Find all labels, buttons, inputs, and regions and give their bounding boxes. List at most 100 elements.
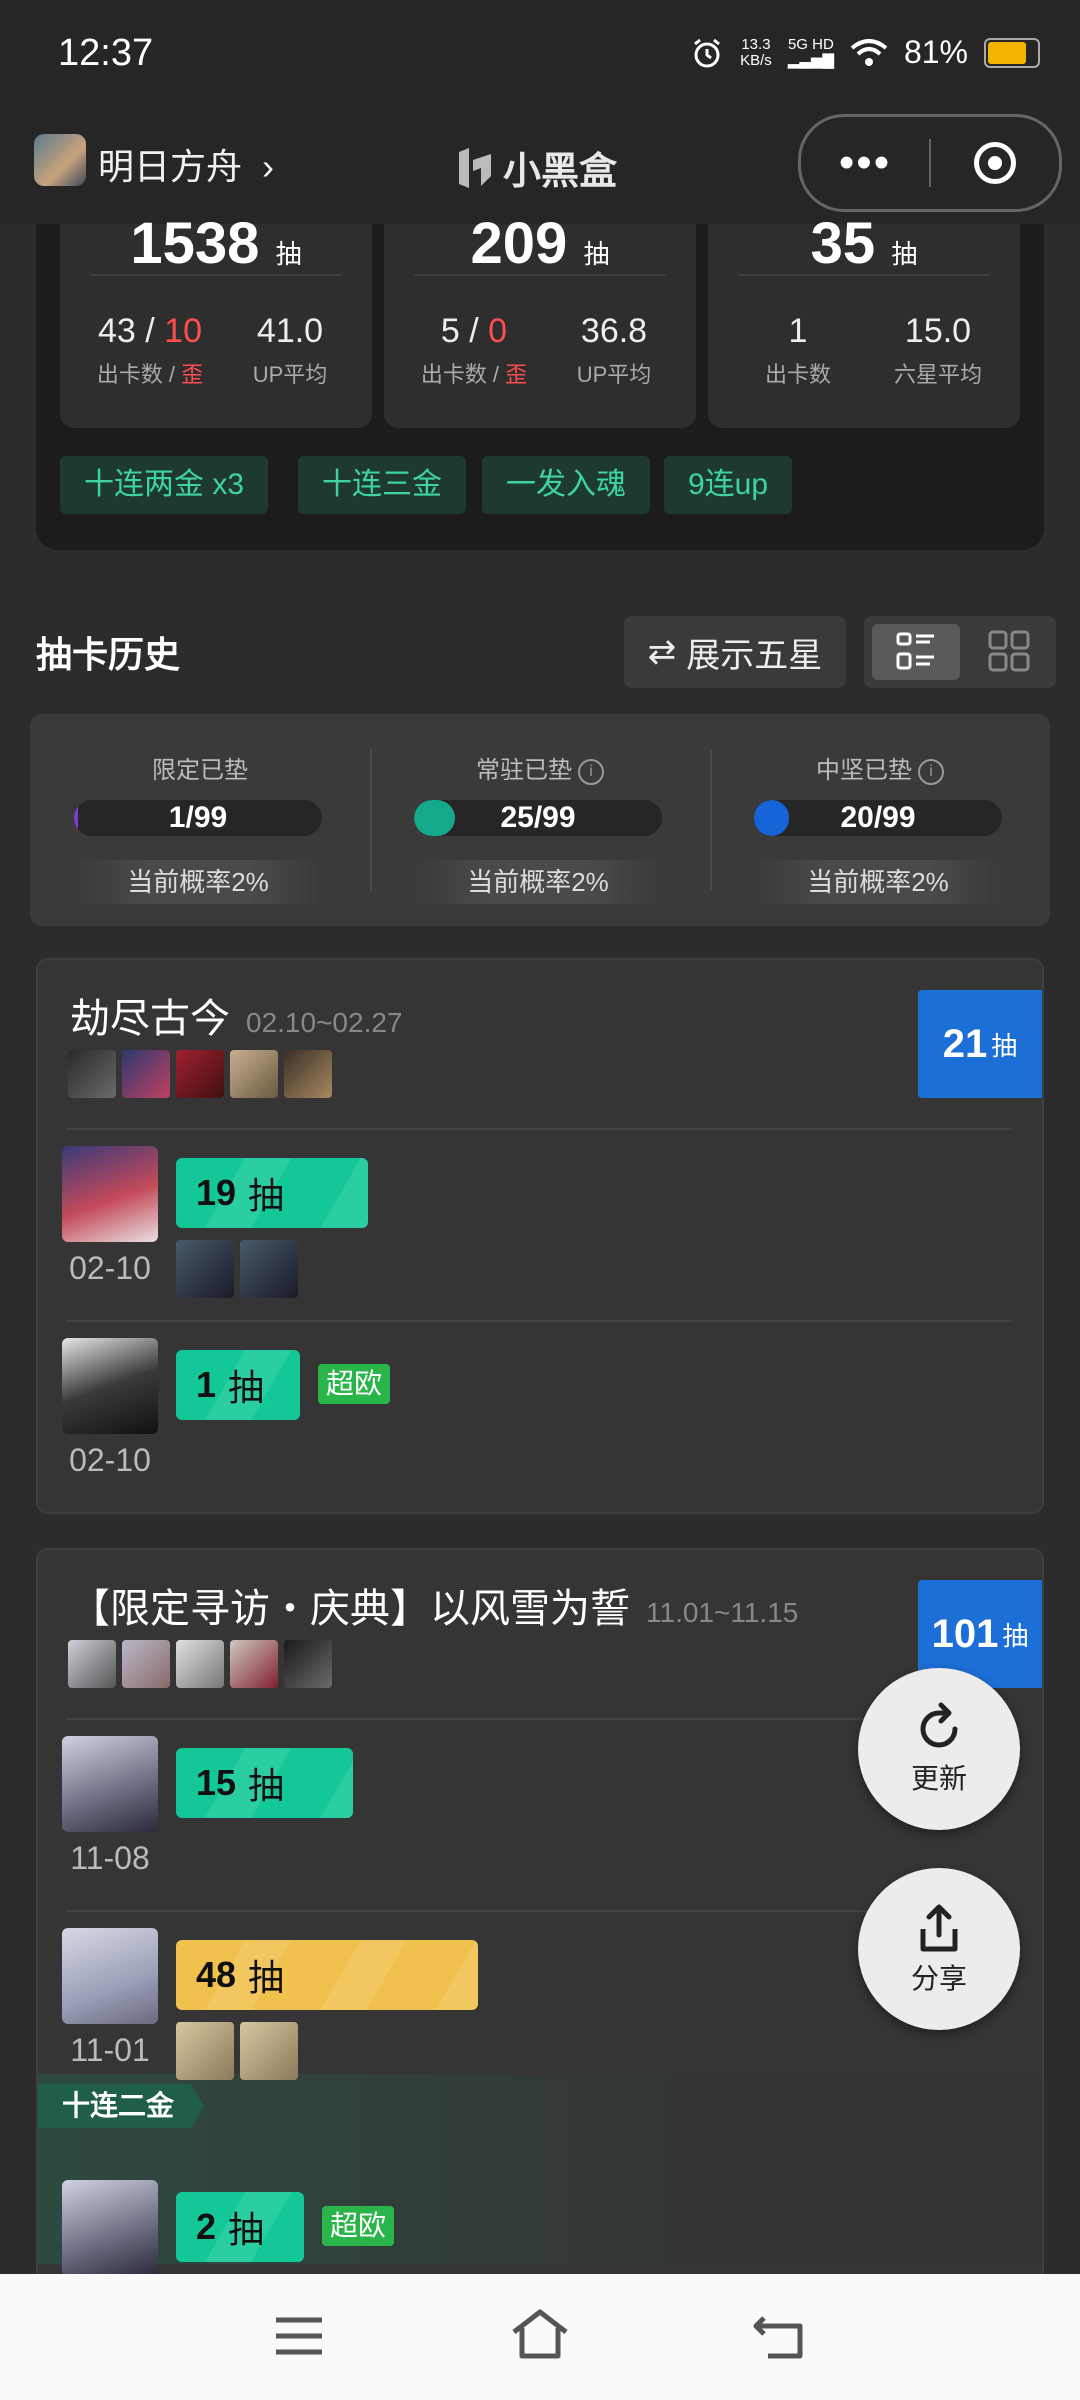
swap-icon: ⇄ [647, 633, 677, 671]
pull-count-bar: 48 抽 [176, 1940, 478, 2010]
stat-right: 41.0 UP平均 [252, 312, 328, 387]
pity-counter: 限定已垫 1/99 当前概率2% [30, 714, 370, 926]
operator-avatar[interactable] [62, 1338, 158, 1434]
pity-value: 1/99 [168, 801, 228, 834]
grid-view-icon [988, 630, 1030, 672]
menu-icon[interactable] [274, 2316, 324, 2356]
operator-thumb [68, 1050, 116, 1098]
logo-icon [459, 147, 491, 188]
pity-label: 常驻已垫 [476, 757, 572, 784]
share-icon [920, 1904, 958, 1952]
pull-count-bar: 2抽 [176, 2192, 304, 2262]
operator-avatar[interactable] [62, 1928, 158, 2024]
info-icon[interactable]: i [578, 758, 604, 785]
operator-avatar[interactable] [62, 1736, 158, 1832]
stat-left: 1 出卡数 [764, 312, 831, 387]
featured-operators [68, 1640, 338, 1693]
alarm-icon [694, 38, 721, 67]
close-mini-program-button[interactable] [931, 142, 1059, 184]
operator-thumb [122, 1050, 170, 1098]
pity-progress: 25/99 [414, 800, 662, 836]
banner-name: 【限定寻访・庆典】以风雪为誓 [70, 1587, 630, 1631]
pity-value: 20/99 [840, 801, 916, 834]
pity-counter: 中坚已垫 i 20/99 当前概率2% [710, 714, 1050, 926]
mini-program-capsule: ••• [798, 114, 1062, 212]
stat-total: 35 抽 [810, 211, 918, 276]
row-divider [66, 1128, 1012, 1130]
operator-thumb [284, 1640, 332, 1688]
more-icon[interactable]: ••• [801, 141, 929, 185]
back-icon[interactable] [752, 2314, 806, 2360]
system-nav-bar [0, 2274, 1080, 2400]
operator-thumb [230, 1050, 278, 1098]
operator-avatar[interactable] [62, 2180, 158, 2276]
pity-rate: 当前概率2% [414, 860, 662, 904]
refresh-label: 更新 [910, 1763, 967, 1794]
lucky-badge: 超欧 [318, 1364, 391, 1404]
battery-icon [984, 37, 1040, 68]
list-view-icon [896, 632, 934, 670]
game-name: 明日方舟 [98, 146, 243, 187]
game-switcher[interactable]: 明日方舟 › [98, 138, 274, 190]
share-label: 分享 [910, 1963, 967, 1994]
pity-progress: 20/99 [754, 800, 1002, 836]
info-icon[interactable]: i [918, 758, 944, 785]
stat-total: 209 抽 [470, 211, 610, 276]
extra-operators [176, 1240, 304, 1303]
achievement-chip: 9连up [664, 456, 793, 514]
stat-card: 35 抽 1 出卡数 15.0 六星平均 [708, 211, 1020, 428]
operator-avatar[interactable] [62, 1146, 158, 1242]
net-speed: 13.3 KB/s [740, 35, 772, 69]
achievement-chip: 一发入魂 [482, 456, 650, 514]
operator-thumb [122, 1640, 170, 1688]
pity-label: 限定已垫 [152, 757, 248, 784]
history-title: 抽卡历史 [36, 634, 181, 675]
battery-percent: 81% [903, 34, 968, 70]
pull-date: 11-08 [70, 1840, 150, 1876]
ten-pull-tag: 十连二金 [38, 2084, 205, 2128]
stat-right: 36.8 UP平均 [576, 312, 652, 387]
stat-right: 15.0 六星平均 [893, 312, 982, 387]
chevron-right-icon: › [262, 146, 275, 187]
banner-header: 劫尽古今 02.10~02.27 [70, 986, 403, 1044]
featured-operators [68, 1050, 338, 1103]
stat-card: 1538 抽 43 / 10 出卡数 / 歪 41.0 UP平均 [60, 211, 372, 428]
wifi-icon [850, 38, 888, 66]
game-avatar[interactable] [34, 134, 86, 186]
operator-thumb [284, 1050, 332, 1098]
pity-rate: 当前概率2% [754, 860, 1002, 904]
refresh-icon [920, 1702, 958, 1748]
stat-left: 5 / 0 出卡数 / 歪 [420, 312, 528, 387]
pull-count-bar: 19 抽 [176, 1158, 368, 1228]
banner-pull-count: 21 抽 [918, 990, 1042, 1098]
signal-indicator: 5G HD ▂▃▅▇ [787, 35, 834, 69]
status-icons: 13.3 KB/s 5G HD ▂▃▅▇ 81% [690, 34, 1040, 71]
extra-operators [176, 2022, 304, 2085]
pull-date: 02-10 [69, 1442, 151, 1478]
banner-dates: 02.10~02.27 [246, 1007, 403, 1038]
banner-dates: 11.01~11.15 [646, 1597, 799, 1628]
list-view-button[interactable] [872, 624, 960, 680]
stat-left: 43 / 10 出卡数 / 歪 [96, 312, 204, 387]
app-name: 小黑盒 [503, 151, 618, 193]
grid-view-button[interactable] [966, 624, 1054, 680]
status-time: 12:37 [58, 32, 154, 74]
pull-count-bar: 1抽 [176, 1350, 300, 1420]
achievement-chip: 十连三金 [298, 456, 466, 514]
refresh-button[interactable]: 更新 [858, 1668, 1020, 1830]
home-icon[interactable] [508, 2308, 572, 2360]
pity-counter: 常驻已垫 i 25/99 当前概率2% [370, 714, 710, 926]
row-divider [66, 1320, 1012, 1322]
pull-date: 02-10 [69, 1250, 151, 1286]
pull-date: 11-01 [70, 2032, 150, 2068]
stat-card: 209 抽 5 / 0 出卡数 / 歪 36.8 UP平均 [384, 211, 696, 428]
achievement-chip: 十连两金 x3 [60, 456, 269, 514]
pity-progress: 1/99 [74, 800, 322, 836]
share-button[interactable]: 分享 [858, 1868, 1020, 2030]
show-five-star-button[interactable]: ⇄ 展示五星 [624, 616, 846, 688]
app-logo: 小黑盒 [455, 140, 617, 195]
lucky-badge: 超欧 [322, 2206, 395, 2246]
operator-thumb [176, 1050, 224, 1098]
operator-thumb [68, 1640, 116, 1688]
target-icon [974, 142, 1016, 184]
